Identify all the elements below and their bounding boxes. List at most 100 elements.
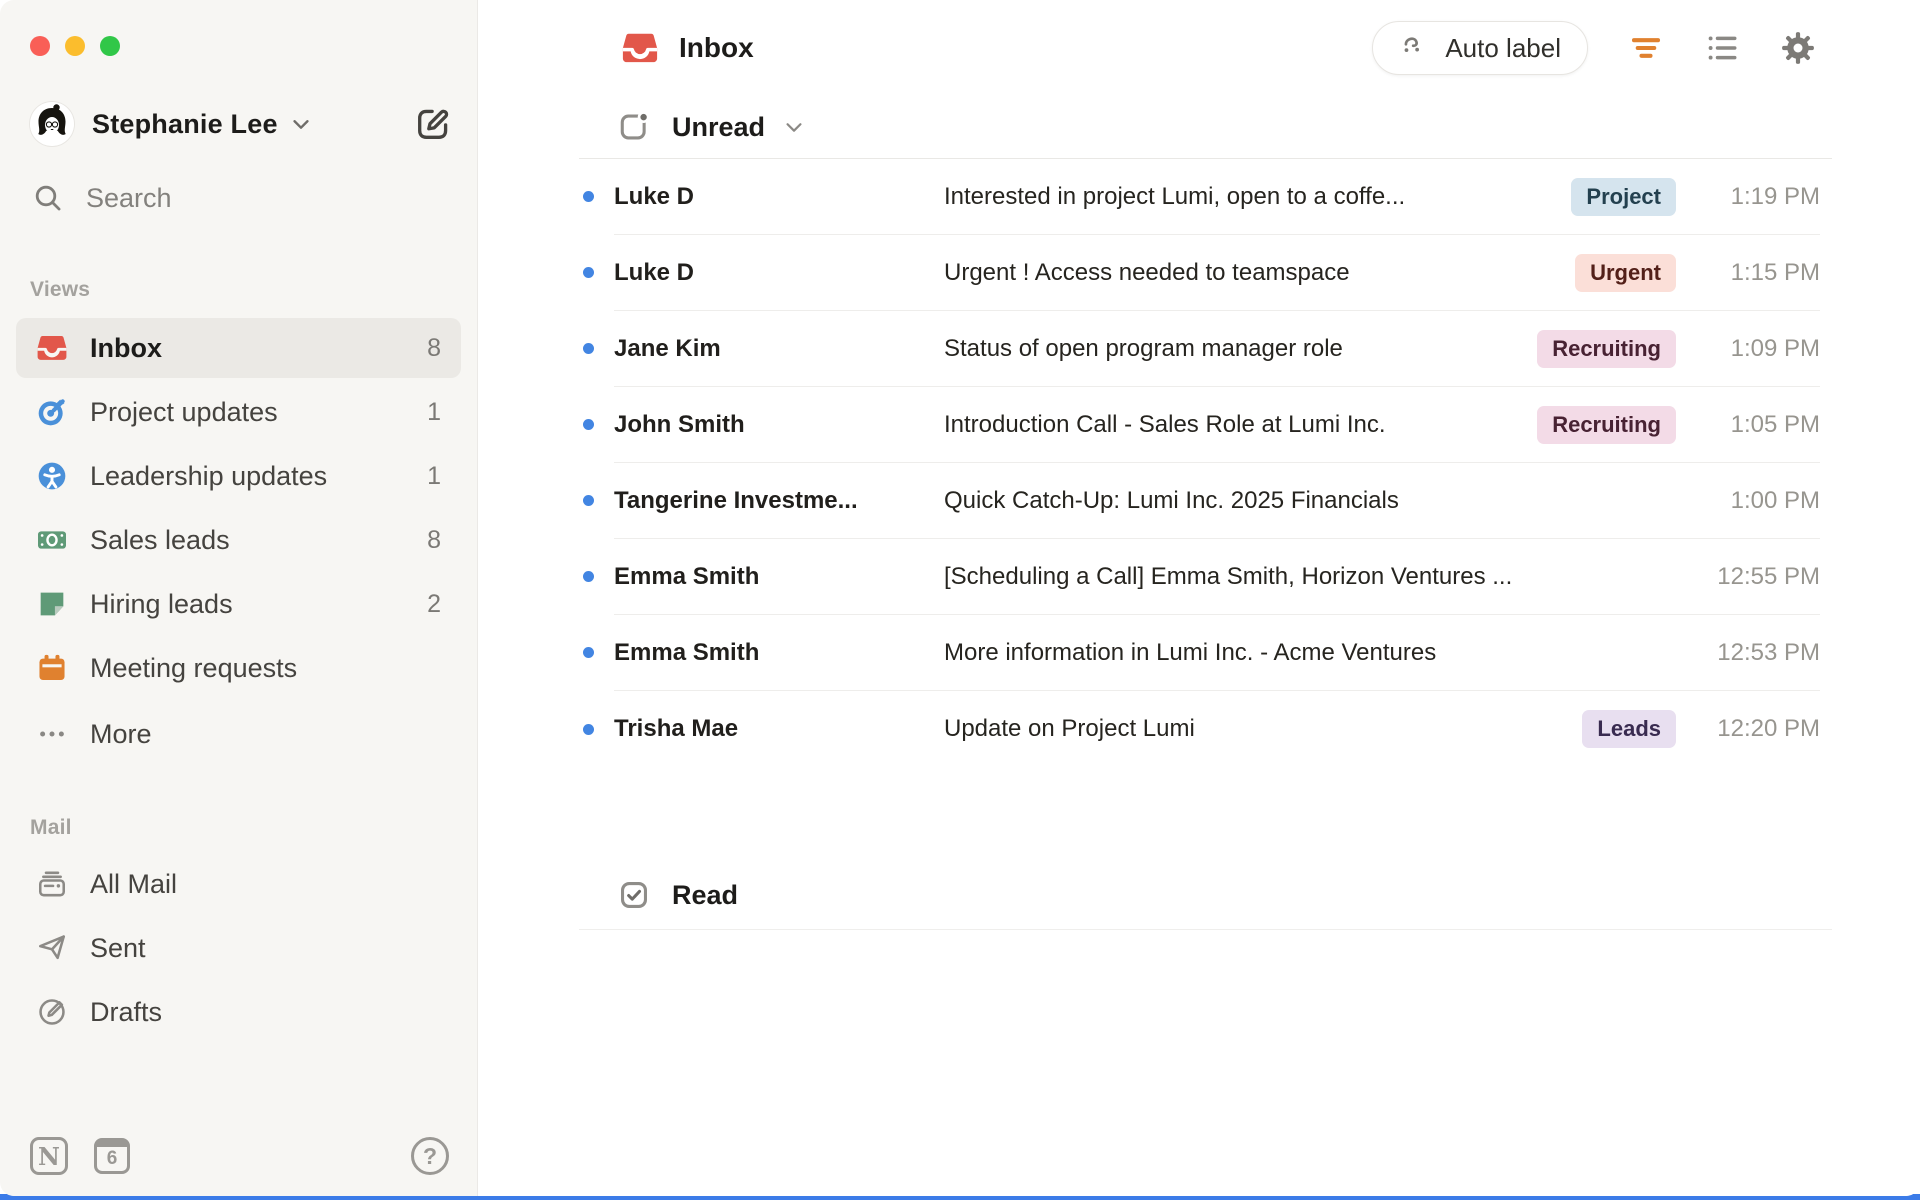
sidebar-item-more[interactable]: More bbox=[16, 704, 461, 764]
email-sender: Luke D bbox=[614, 182, 695, 210]
email-sender: Emma Smith bbox=[614, 562, 760, 590]
sidebar-item-drafts[interactable]: Drafts bbox=[16, 982, 461, 1042]
sidebar-item-inbox[interactable]: Inbox 8 bbox=[16, 318, 461, 378]
divider bbox=[579, 929, 1832, 930]
main-header: Inbox Auto label bbox=[478, 0, 1920, 96]
read-section-header[interactable]: Read bbox=[478, 867, 1920, 923]
sidebar-item-sent[interactable]: Sent bbox=[16, 918, 461, 978]
email-time: 1:19 PM bbox=[1730, 182, 1820, 210]
close-window-button[interactable] bbox=[30, 36, 50, 56]
draft-pencil-circle-icon bbox=[36, 996, 68, 1028]
email-subject: More information in Lumi Inc. - Acme Ven… bbox=[944, 638, 1437, 666]
sidebar-item-project-updates[interactable]: Project updates 1 bbox=[16, 382, 461, 442]
account-switcher[interactable]: Stephanie Lee bbox=[30, 98, 455, 150]
unread-section-label: Unread bbox=[672, 111, 766, 142]
email-time: 1:00 PM bbox=[1730, 486, 1820, 514]
views-nav: Inbox 8 Project updates 1 Leadership upd… bbox=[16, 318, 461, 768]
avatar bbox=[30, 102, 74, 146]
filter-icon[interactable] bbox=[1628, 30, 1664, 66]
mail-app-window: Stephanie Lee Search Views Inbox 8 Proje… bbox=[0, 0, 1920, 1196]
compose-button[interactable] bbox=[411, 102, 455, 146]
help-icon[interactable]: ? bbox=[411, 1137, 449, 1175]
notion-app-icon[interactable]: N bbox=[30, 1137, 68, 1175]
email-time: 12:20 PM bbox=[1717, 715, 1820, 742]
sidebar-item-label: Sales leads bbox=[90, 524, 230, 555]
unread-dot bbox=[583, 267, 594, 278]
sidebar-item-leadership-updates[interactable]: Leadership updates 1 bbox=[16, 446, 461, 506]
email-tag: Project bbox=[1571, 177, 1676, 216]
unread-count: 2 bbox=[427, 589, 441, 618]
sidebar-item-label: Hiring leads bbox=[90, 588, 233, 619]
sidebar-item-label: Meeting requests bbox=[90, 652, 298, 683]
unread-icon bbox=[618, 111, 650, 143]
email-row[interactable]: Tangerine Investme... Quick Catch-Up: Lu… bbox=[583, 463, 1820, 539]
email-subject: Quick Catch-Up: Lumi Inc. 2025 Financial… bbox=[944, 486, 1399, 514]
read-section-label: Read bbox=[672, 879, 739, 910]
target-icon bbox=[36, 396, 68, 428]
search-button[interactable]: Search bbox=[32, 182, 172, 214]
account-name: Stephanie Lee bbox=[92, 108, 278, 139]
email-row[interactable]: Emma Smith More information in Lumi Inc.… bbox=[583, 615, 1820, 691]
sidebar-item-label: All Mail bbox=[90, 868, 178, 899]
email-subject: Status of open program manager role bbox=[944, 334, 1343, 362]
mail-section-label: Mail bbox=[30, 816, 72, 839]
unread-count: 8 bbox=[427, 333, 441, 362]
paper-plane-icon bbox=[36, 932, 68, 964]
person-circle-icon bbox=[36, 460, 68, 492]
inbox-tray-icon bbox=[621, 29, 659, 67]
main-pane: Inbox Auto label Unread Luke D Intereste… bbox=[478, 0, 1920, 1196]
sidebar-item-sales-leads[interactable]: Sales leads 8 bbox=[16, 510, 461, 570]
email-subject: Update on Project Lumi bbox=[944, 715, 1195, 742]
email-tag: Leads bbox=[1582, 710, 1676, 748]
email-list: Luke D Interested in project Lumi, open … bbox=[583, 159, 1820, 767]
email-subject: Urgent ! Access needed to teamspace bbox=[944, 258, 1350, 286]
search-label: Search bbox=[86, 182, 172, 213]
email-row[interactable]: Luke D Interested in project Lumi, open … bbox=[583, 159, 1820, 235]
list-view-icon[interactable] bbox=[1704, 30, 1740, 66]
email-tag: Recruiting bbox=[1537, 405, 1676, 444]
window-controls bbox=[30, 36, 120, 56]
sidebar-footer: N 6 ? bbox=[30, 1132, 449, 1180]
sidebar-item-label: More bbox=[90, 718, 152, 749]
email-sender: Emma Smith bbox=[614, 638, 760, 666]
email-time: 1:05 PM bbox=[1730, 410, 1820, 438]
sidebar-item-label: Inbox bbox=[90, 332, 162, 363]
email-sender: Jane Kim bbox=[614, 334, 721, 362]
dollar-bill-icon bbox=[36, 524, 68, 556]
email-time: 1:15 PM bbox=[1730, 258, 1820, 286]
zoom-window-button[interactable] bbox=[100, 36, 120, 56]
email-sender: Luke D bbox=[614, 258, 695, 286]
sidebar-item-hiring-leads[interactable]: Hiring leads 2 bbox=[16, 574, 461, 634]
email-row[interactable]: Jane Kim Status of open program manager … bbox=[583, 311, 1820, 387]
views-section-label: Views bbox=[30, 278, 91, 301]
search-icon bbox=[32, 182, 64, 214]
unread-dot bbox=[583, 495, 594, 506]
header-controls: Auto label bbox=[1372, 21, 1816, 75]
email-time: 12:53 PM bbox=[1717, 638, 1820, 666]
sidebar-item-meeting-requests[interactable]: Meeting requests bbox=[16, 638, 461, 698]
calendar-app-icon[interactable]: 6 bbox=[94, 1138, 130, 1174]
email-row[interactable]: Luke D Urgent ! Access needed to teamspa… bbox=[583, 235, 1820, 311]
email-sender: Tangerine Investme... bbox=[614, 486, 858, 514]
unread-dot bbox=[583, 571, 594, 582]
sidebar-item-label: Project updates bbox=[90, 396, 278, 427]
inbox-tray-icon bbox=[36, 332, 68, 364]
page-title: Inbox bbox=[679, 32, 754, 63]
email-subject: Introduction Call - Sales Role at Lumi I… bbox=[944, 410, 1386, 438]
auto-label-icon bbox=[1399, 32, 1431, 64]
sidebar-item-all-mail[interactable]: All Mail bbox=[16, 854, 461, 914]
unread-count: 8 bbox=[427, 525, 441, 554]
auto-label-text: Auto label bbox=[1445, 32, 1561, 63]
email-row[interactable]: Trisha Mae Update on Project Lumi Leads … bbox=[583, 691, 1820, 767]
unread-section-header[interactable]: Unread bbox=[478, 96, 1920, 158]
email-tag: Recruiting bbox=[1537, 329, 1676, 368]
sidebar: Stephanie Lee Search Views Inbox 8 Proje… bbox=[0, 0, 478, 1196]
unread-count: 1 bbox=[427, 397, 441, 426]
unread-dot bbox=[583, 343, 594, 354]
email-row[interactable]: Emma Smith [Scheduling a Call] Emma Smit… bbox=[583, 539, 1820, 615]
email-row[interactable]: John Smith Introduction Call - Sales Rol… bbox=[583, 387, 1820, 463]
auto-label-button[interactable]: Auto label bbox=[1372, 21, 1588, 75]
email-subject: [Scheduling a Call] Emma Smith, Horizon … bbox=[944, 562, 1513, 590]
gear-icon[interactable] bbox=[1780, 30, 1816, 66]
minimize-window-button[interactable] bbox=[65, 36, 85, 56]
